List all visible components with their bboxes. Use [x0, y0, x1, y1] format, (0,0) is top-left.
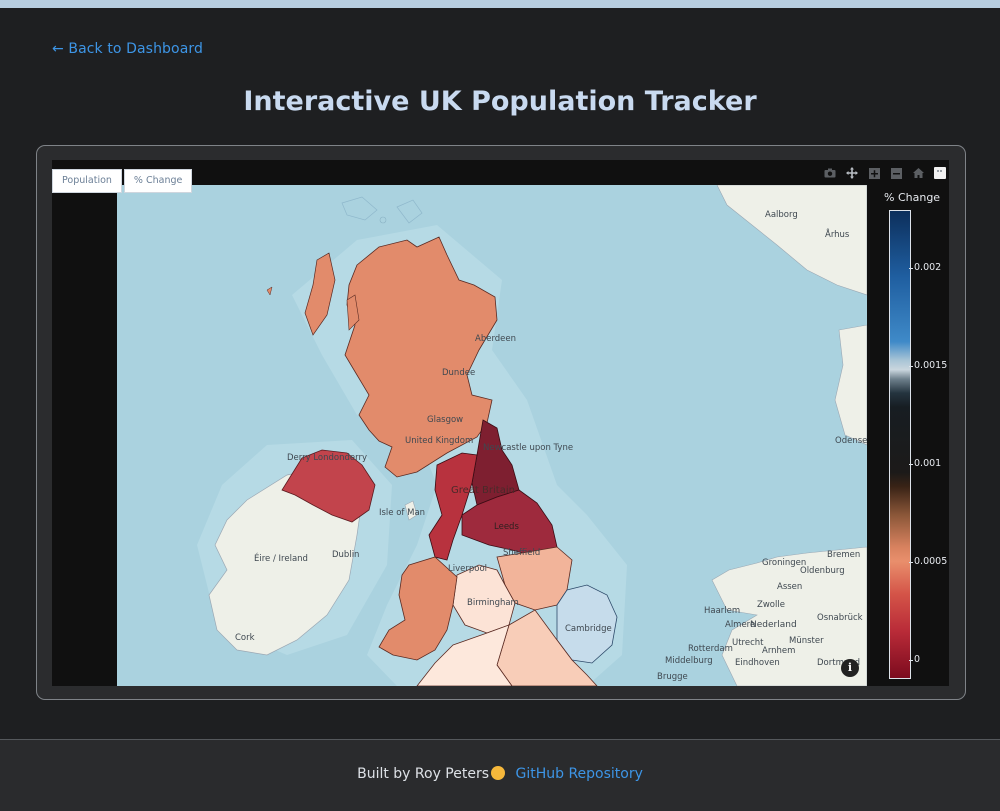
label-great-britain: Great Britain	[451, 485, 515, 496]
top-strip	[0, 0, 1000, 8]
label-isle-of-man: Isle of Man	[379, 508, 425, 518]
label-cambridge: Cambridge	[565, 624, 612, 634]
back-to-dashboard-link[interactable]: ← Back to Dashboard	[52, 41, 203, 57]
colorbar-tick: 0.0005	[908, 556, 948, 567]
reset-home-icon[interactable]	[909, 166, 927, 180]
label-bremen: Bremen	[827, 550, 860, 560]
label-united-kingdom: United Kingdom	[405, 436, 473, 446]
plot-modebar	[817, 166, 949, 180]
label-liverpool: Liverpool	[448, 564, 487, 574]
colorbar	[889, 210, 911, 679]
colorbar-tick: 0.0015	[908, 360, 948, 371]
label-derry: Derry Londonderry	[287, 453, 367, 463]
grinning-face-icon	[491, 766, 506, 780]
page-title: Interactive UK Population Tracker	[243, 86, 757, 117]
label-arnhem: Arnhem	[762, 646, 795, 656]
label-dublin: Dublin	[332, 550, 359, 560]
footer: Built by Roy Peters GitHub Repository	[0, 739, 1000, 811]
label-brugge: Brugge	[657, 672, 688, 682]
label-almere: Almere	[725, 620, 755, 630]
github-repository-link[interactable]: GitHub Repository	[515, 766, 642, 782]
label-odense: Odense	[835, 436, 867, 446]
label-nederland: Nederland	[750, 620, 797, 630]
footer-built-by: Built by Roy Peters	[357, 766, 490, 782]
colorbar-tick: 0.001	[908, 458, 942, 469]
map-info-icon[interactable]: i	[841, 659, 859, 677]
label-oldenburg: Oldenburg	[800, 566, 845, 576]
label-eindhoven: Eindhoven	[735, 658, 780, 668]
label-leeds: Leeds	[494, 522, 519, 532]
label-middelburg: Middelburg	[665, 656, 713, 666]
label-aberdeen: Aberdeen	[475, 334, 516, 344]
label-munster: Münster	[789, 636, 824, 646]
label-arhus: Århus	[825, 228, 850, 240]
label-aalborg: Aalborg	[765, 210, 798, 220]
map-plot[interactable]: United Kingdom Great Britain Glasgow Dun…	[52, 160, 949, 686]
map-mode-toggle: Population % Change	[52, 169, 193, 193]
label-rotterdam: Rotterdam	[688, 644, 733, 654]
zoom-in-icon[interactable]	[865, 166, 883, 180]
choropleth-map[interactable]: United Kingdom Great Britain Glasgow Dun…	[117, 185, 867, 686]
label-osnabruck: Osnabrück	[817, 613, 863, 623]
label-assen: Assen	[777, 582, 802, 592]
label-cork: Cork	[235, 633, 255, 643]
percent-change-button[interactable]: % Change	[123, 169, 193, 193]
label-glasgow: Glasgow	[427, 415, 463, 425]
colorbar-tick: 0	[908, 654, 921, 665]
colorbar-tick: 0.002	[908, 262, 942, 273]
label-newcastle: Newcastle upon Tyne	[483, 443, 573, 453]
label-birmingham: Birmingham	[467, 598, 519, 608]
footer-text: Built by Roy Peters GitHub Repository	[0, 766, 1000, 782]
label-haarlem: Haarlem	[704, 606, 740, 616]
population-button[interactable]: Population	[52, 169, 122, 193]
label-utrecht: Utrecht	[732, 638, 764, 648]
label-dundee: Dundee	[442, 368, 475, 378]
colorbar-title: % Change	[884, 191, 941, 204]
label-sheffield: Sheffield	[503, 548, 540, 558]
label-eire: Éire / Ireland	[254, 552, 308, 564]
label-zwolle: Zwolle	[757, 600, 785, 610]
zoom-out-icon[interactable]	[887, 166, 905, 180]
camera-icon[interactable]	[821, 166, 839, 180]
plotly-logo-icon[interactable]	[931, 166, 949, 180]
pan-icon[interactable]	[843, 166, 861, 180]
